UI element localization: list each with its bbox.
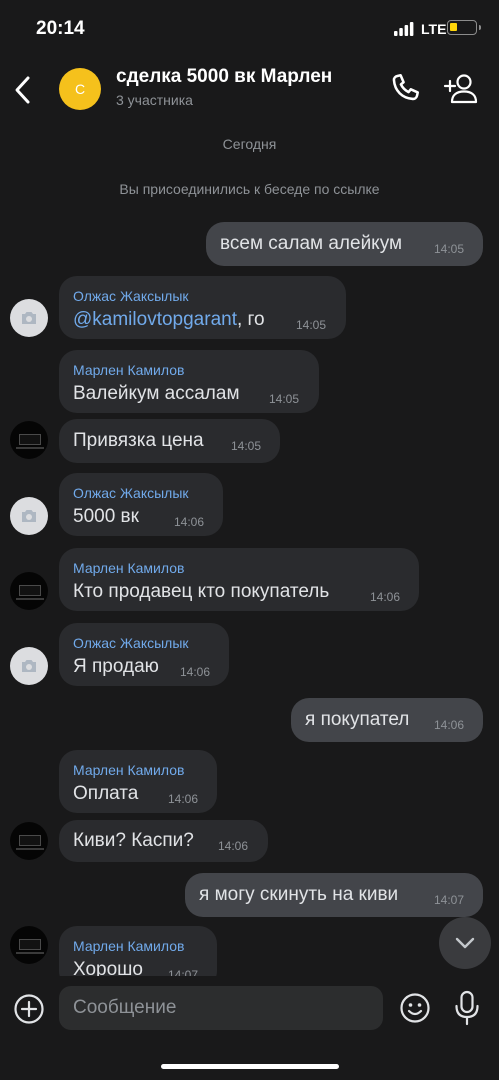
user-avatar[interactable]	[10, 421, 48, 459]
incoming-message[interactable]: Олжас Жаксылык @kamilovtopgarant, го 14:…	[59, 276, 346, 339]
sender-name[interactable]: Марлен Камилов	[73, 762, 184, 778]
incoming-message[interactable]: Марлен Камилов Кто продавец кто покупате…	[59, 548, 419, 611]
message-text: Валейкум ассалам	[73, 383, 240, 404]
outgoing-message[interactable]: я могу скинуть на киви 14:07	[185, 873, 483, 917]
outgoing-message[interactable]: я покупател 14:06	[291, 698, 483, 742]
message-time: 14:05	[434, 242, 465, 256]
message-time: 14:05	[296, 318, 327, 332]
user-avatar[interactable]	[10, 822, 48, 860]
home-indicator	[161, 1064, 339, 1069]
date-separator: Сегодня	[222, 136, 277, 152]
outgoing-message[interactable]: всем салам алейкум 14:05	[206, 222, 483, 266]
message-time: 14:06	[174, 515, 205, 529]
scroll-down-button[interactable]	[439, 917, 491, 969]
service-message: Вы присоединились к беседе по ссылке	[119, 181, 380, 197]
camera-icon	[22, 660, 36, 672]
sender-name[interactable]: Олжас Жаксылык	[73, 485, 189, 501]
message-text: 5000 вк	[73, 506, 139, 527]
message-time: 14:07	[168, 968, 199, 976]
chevron-down-icon	[455, 937, 475, 949]
emoji-icon[interactable]	[399, 992, 431, 1024]
sender-name[interactable]: Марлен Камилов	[73, 938, 184, 954]
incoming-message[interactable]: Марлен Камилов Валейкум ассалам 14:05	[59, 350, 319, 413]
chat-header: С сделка 5000 вк Марлен 3 участника	[0, 58, 499, 122]
message-text: Киви? Каспи?	[73, 830, 194, 851]
message-time: 14:06	[168, 792, 199, 806]
mention-link[interactable]: @kamilovtopgarant	[73, 309, 237, 330]
message-time: 14:05	[269, 392, 300, 406]
camera-icon	[22, 312, 36, 324]
message-time: 14:06	[370, 590, 401, 604]
back-icon[interactable]	[10, 72, 36, 108]
chat-avatar[interactable]: С	[59, 68, 101, 110]
status-time: 20:14	[36, 18, 85, 39]
message-text: Оплата	[73, 783, 139, 804]
phone-icon[interactable]	[388, 72, 422, 106]
message-input[interactable]	[59, 986, 383, 1030]
sender-name[interactable]: Марлен Камилов	[73, 362, 184, 378]
message-text: Я продаю	[73, 656, 159, 677]
chat-subtitle[interactable]: 3 участника	[116, 92, 193, 108]
user-avatar[interactable]	[10, 497, 48, 535]
sender-name[interactable]: Олжас Жаксылык	[73, 288, 189, 304]
user-avatar[interactable]	[10, 926, 48, 964]
chat-avatar-letter: С	[74, 81, 86, 97]
message-text: я могу скинуть на киви	[199, 884, 399, 905]
sender-name[interactable]: Марлен Камилов	[73, 560, 184, 576]
add-user-icon[interactable]	[443, 72, 481, 106]
message-time: 14:07	[434, 893, 465, 907]
battery-level	[450, 23, 457, 31]
camera-icon	[22, 510, 36, 522]
message-time: 14:06	[218, 839, 249, 853]
message-text: я покупател	[305, 709, 410, 730]
cellular-signal-icon	[394, 22, 414, 36]
battery-icon	[447, 20, 477, 35]
microphone-icon[interactable]	[453, 990, 481, 1026]
network-type: LTE	[421, 21, 447, 37]
message-text: @kamilovtopgarant, го	[73, 309, 265, 331]
user-avatar[interactable]	[10, 299, 48, 337]
message-text: всем салам алейкум	[220, 233, 403, 254]
incoming-message[interactable]: Киви? Каспи? 14:06	[59, 820, 268, 862]
message-text: Привязка цена	[73, 430, 204, 451]
user-avatar[interactable]	[10, 647, 48, 685]
message-text: Хорошо	[73, 959, 143, 976]
status-bar: 20:14 LTE	[0, 0, 499, 58]
user-avatar[interactable]	[10, 572, 48, 610]
incoming-message[interactable]: Олжас Жаксылык Я продаю 14:06	[59, 623, 229, 686]
incoming-message[interactable]: Марлен Камилов Хорошо 14:07	[59, 926, 217, 976]
sender-name[interactable]: Олжас Жаксылык	[73, 635, 189, 651]
chat-title[interactable]: сделка 5000 вк Марлен	[116, 66, 332, 88]
message-list[interactable]: Сегодня Вы присоединились к беседе по сс…	[0, 122, 499, 976]
incoming-message[interactable]: Привязка цена 14:05	[59, 419, 280, 463]
incoming-message[interactable]: Марлен Камилов Оплата 14:06	[59, 750, 217, 813]
composer	[0, 976, 499, 1080]
plus-icon[interactable]	[13, 993, 45, 1025]
message-time: 14:06	[180, 665, 211, 679]
battery-tip	[479, 25, 481, 30]
message-time: 14:06	[434, 718, 465, 732]
message-text: Кто продавец кто покупатель	[73, 581, 330, 602]
message-text-rest: , го	[236, 309, 265, 330]
message-time: 14:05	[231, 439, 262, 453]
incoming-message[interactable]: Олжас Жаксылык 5000 вк 14:06	[59, 473, 223, 536]
